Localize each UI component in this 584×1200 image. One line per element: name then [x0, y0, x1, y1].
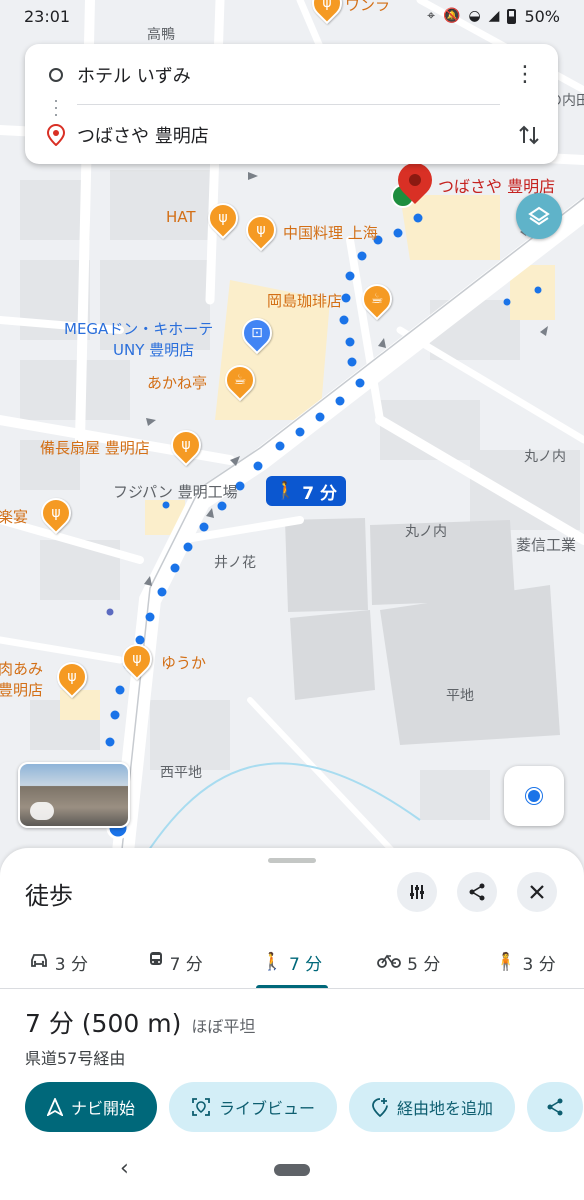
sheet-title: 徒歩 — [25, 882, 73, 910]
mute-icon: 🔕 — [443, 8, 461, 24]
close-icon — [530, 885, 544, 899]
location-dot-icon — [526, 788, 542, 804]
layers-icon — [528, 206, 550, 226]
share-route-button[interactable] — [527, 1082, 584, 1132]
home-pill[interactable] — [274, 1164, 310, 1176]
poi-label[interactable]: 中国料理 上海 — [283, 222, 378, 243]
walk-duration-label: 7 分 — [302, 483, 337, 504]
start-navigation-button[interactable]: ナビ開始 — [25, 1082, 158, 1132]
tab-cycling[interactable]: 5 分 — [350, 936, 467, 988]
destination-input[interactable]: つばさや 豊明店 — [77, 122, 209, 148]
route-terrain: ほぼ平坦 — [191, 1017, 256, 1036]
ride-icon: 🧍 — [495, 952, 517, 972]
share-button[interactable] — [457, 872, 497, 912]
poi-label[interactable]: 岡島珈琲店 — [267, 290, 342, 311]
status-bar: 23:01 ⌖ 🔕 ◒ ◢ 50% — [0, 0, 584, 32]
share-icon — [469, 883, 485, 901]
origin-row[interactable]: ホテル いずみ ⋮ — [25, 46, 558, 104]
poi-label[interactable]: UNY 豊明店 — [113, 339, 194, 360]
sheet-drag-handle[interactable] — [268, 858, 316, 863]
battery-level: 50% — [524, 6, 560, 26]
poi-label[interactable]: 備長扇屋 豊明店 — [40, 437, 150, 458]
poi-label[interactable]: ゆうか — [161, 652, 206, 673]
tab-transit-label: 7 分 — [169, 954, 203, 975]
poi-label[interactable]: あかね亭 — [147, 372, 207, 393]
area-label: 丸ノ内 — [405, 524, 447, 540]
route-summary: 7 分 (500 m) ほぼ平坦 — [25, 1004, 255, 1040]
area-label: 丸ノ内 — [524, 449, 566, 465]
walk-icon: 🚶 — [275, 481, 297, 501]
action-chips: ナビ開始 ライブビュー 経由地を追加 — [25, 1082, 584, 1132]
car-icon — [29, 952, 49, 973]
origin-input[interactable]: ホテル いずみ — [77, 62, 191, 88]
walk-icon: 🚶 — [261, 952, 283, 972]
add-stop-button[interactable]: 経由地を追加 — [349, 1082, 516, 1132]
poi-label[interactable]: 楽宴 — [0, 506, 28, 527]
poi-label[interactable]: MEGAドン・キホーテ — [64, 318, 213, 339]
poi-label[interactable]: 豊明店 — [0, 679, 43, 700]
destination-pin-small-icon — [47, 124, 65, 146]
poi-label[interactable]: HAT — [166, 208, 196, 226]
my-location-button[interactable] — [504, 766, 564, 826]
area-label: 井ノ花 — [214, 555, 256, 571]
wifi-icon: ◒ — [468, 8, 481, 24]
poi-label[interactable]: 菱信工業 — [516, 534, 576, 555]
destination-row[interactable]: つばさや 豊明店 — [25, 106, 558, 164]
navigation-arrow-icon — [47, 1098, 63, 1116]
area-label: 平地 — [446, 688, 474, 704]
live-view-label: ライブビュー — [219, 1099, 316, 1118]
close-button[interactable] — [517, 872, 557, 912]
back-icon[interactable]: ‹ — [120, 1156, 129, 1181]
status-time: 23:01 — [24, 6, 71, 26]
system-nav-bar: ‹ — [0, 1140, 584, 1200]
tab-walking-label: 7 分 — [288, 954, 323, 975]
origin-circle-icon — [49, 68, 63, 82]
tab-driving[interactable]: 3 分 — [0, 936, 117, 988]
travel-mode-tabs: 3 分 7 分 🚶 7 分 5 分 🧍 3 分 — [0, 936, 584, 988]
add-stop-label: 経由地を追加 — [397, 1099, 494, 1118]
tab-walking[interactable]: 🚶 7 分 — [234, 936, 351, 988]
share-icon — [547, 1098, 563, 1116]
add-stop-icon — [372, 1098, 388, 1117]
layers-button[interactable] — [516, 193, 562, 239]
route-card: ホテル いずみ ⋮ つばさや 豊明店 — [25, 44, 558, 164]
street-view-icon — [30, 802, 54, 820]
tab-driving-label: 3 分 — [54, 954, 89, 975]
poi-label[interactable]: 肉あみ — [0, 658, 43, 679]
train-icon — [148, 951, 164, 974]
tab-ride-label: 3 分 — [522, 954, 556, 975]
tab-ride[interactable]: 🧍 3 分 — [467, 936, 584, 988]
signal-icon: ◢ — [488, 8, 500, 24]
poi-label[interactable]: フジパン 豊明工場 — [113, 481, 238, 502]
tabs-divider — [0, 988, 584, 989]
area-label: 西平地 — [160, 765, 202, 781]
start-navigation-label: ナビ開始 — [71, 1099, 136, 1118]
tab-transit[interactable]: 7 分 — [117, 936, 234, 988]
live-view-icon — [192, 1098, 210, 1116]
route-via: 県道57号経由 — [25, 1049, 126, 1068]
battery-icon — [507, 8, 517, 24]
location-status-icon: ⌖ — [427, 8, 435, 24]
sliders-icon — [410, 885, 424, 899]
tab-cycling-label: 5 分 — [407, 954, 441, 975]
card-divider — [77, 104, 500, 105]
bike-icon — [377, 952, 402, 973]
route-options-button[interactable] — [397, 872, 437, 912]
street-view-thumbnail[interactable] — [18, 762, 130, 828]
more-options-icon[interactable]: ⋮ — [514, 64, 536, 86]
walk-duration-badge[interactable]: 🚶 7 分 — [266, 476, 346, 506]
route-duration: 7 分 (500 m) — [25, 1009, 182, 1038]
live-view-button[interactable]: ライブビュー — [169, 1082, 338, 1132]
swap-icon[interactable] — [518, 123, 540, 147]
